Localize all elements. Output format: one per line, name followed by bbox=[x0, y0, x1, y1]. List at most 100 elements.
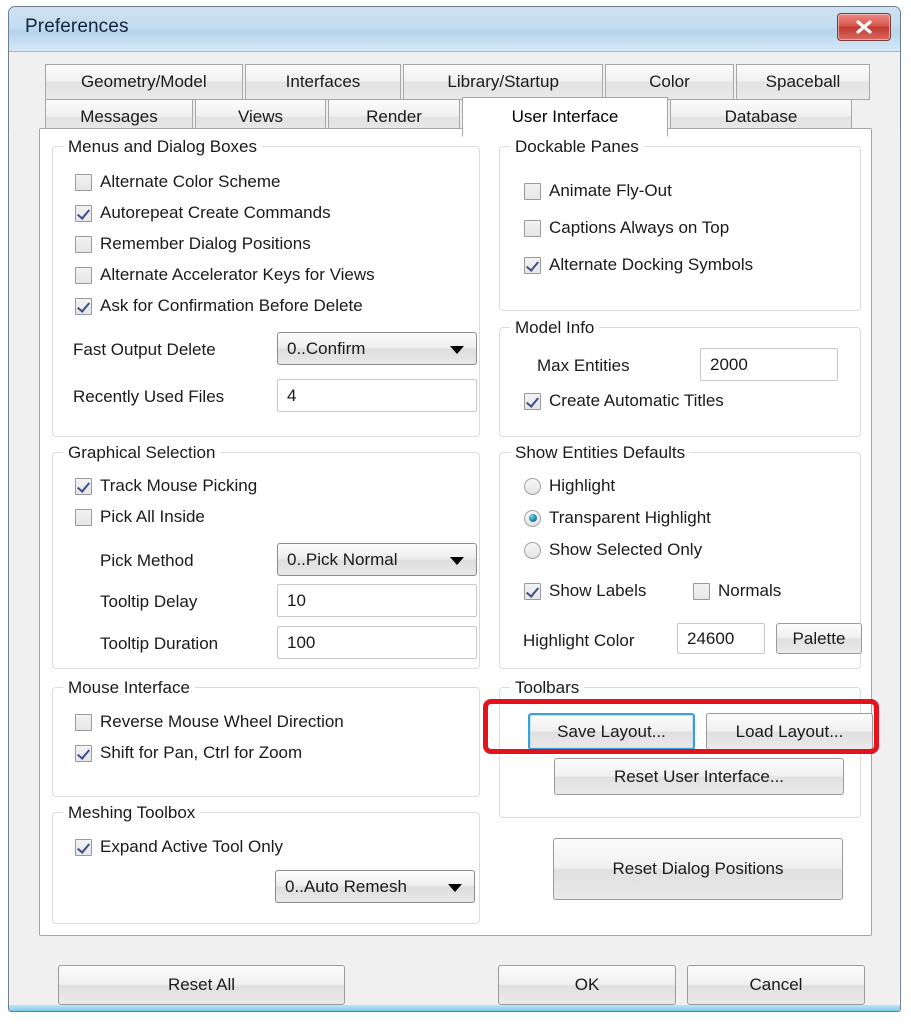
tab-interfaces[interactable]: Interfaces bbox=[244, 64, 402, 100]
tab-label: Interfaces bbox=[285, 72, 361, 91]
checkbox-label: Expand Active Tool Only bbox=[100, 837, 284, 856]
tab-label: Views bbox=[237, 107, 284, 126]
checkbox-box[interactable] bbox=[693, 582, 710, 600]
group-legend: Toolbars bbox=[510, 678, 585, 698]
checkbox-box[interactable] bbox=[524, 182, 541, 200]
button-label: Reset All bbox=[167, 975, 236, 994]
checkbox-label: Shift for Pan, Ctrl for Zoom bbox=[100, 743, 303, 762]
dropdown-value: 0..Pick Normal bbox=[287, 549, 398, 569]
checkbox-pick-all-inside[interactable]: Pick All Inside bbox=[75, 507, 205, 527]
checkbox-label: Remember Dialog Positions bbox=[100, 234, 311, 253]
ok-button[interactable]: OK bbox=[498, 965, 676, 1005]
checkbox-box[interactable] bbox=[524, 582, 541, 600]
input-value: 24600 bbox=[687, 628, 735, 648]
group-legend: Model Info bbox=[510, 318, 600, 338]
checkbox-box[interactable] bbox=[524, 219, 541, 237]
checkbox-create-automatic-titles[interactable]: Create Automatic Titles bbox=[524, 391, 724, 411]
tab-label: Messages bbox=[80, 107, 158, 126]
tab-library-startup[interactable]: Library/Startup bbox=[403, 64, 603, 100]
input-recently-used-files[interactable]: 4 bbox=[277, 379, 477, 412]
button-label: Reset Dialog Positions bbox=[612, 859, 784, 878]
checkbox-animate-fly-out[interactable]: Animate Fly-Out bbox=[524, 181, 672, 201]
checkbox-autorepeat-create-commands[interactable]: Autorepeat Create Commands bbox=[75, 203, 331, 223]
tab-spaceball[interactable]: Spaceball bbox=[735, 64, 870, 100]
checkbox-normals[interactable]: Normals bbox=[693, 581, 781, 601]
tab-strip: Geometry/Model Interfaces Library/Startu… bbox=[9, 52, 900, 137]
tab-label: Library/Startup bbox=[447, 72, 559, 91]
checkbox-box[interactable] bbox=[75, 204, 92, 222]
checkbox-box[interactable] bbox=[75, 266, 92, 284]
checkbox-box[interactable] bbox=[75, 744, 92, 762]
tab-label: Database bbox=[724, 107, 798, 126]
checkbox-captions-always-on-top[interactable]: Captions Always on Top bbox=[524, 218, 729, 238]
group-dockable-panes: Dockable Panes Animate Fly-Out Captions … bbox=[499, 137, 861, 311]
checkbox-track-mouse-picking[interactable]: Track Mouse Picking bbox=[75, 476, 257, 496]
checkbox-ask-for-confirmation-before-delete[interactable]: Ask for Confirmation Before Delete bbox=[75, 296, 363, 316]
group-mouse-interface: Mouse Interface Reverse Mouse Wheel Dire… bbox=[52, 678, 480, 797]
label-tooltip-duration: Tooltip Duration bbox=[100, 634, 219, 653]
group-legend: Dockable Panes bbox=[510, 137, 644, 157]
input-tooltip-delay[interactable]: 10 bbox=[277, 584, 477, 617]
checkbox-remember-dialog-positions[interactable]: Remember Dialog Positions bbox=[75, 234, 311, 254]
checkbox-box[interactable] bbox=[75, 713, 92, 731]
button-label: Cancel bbox=[749, 975, 803, 994]
tab-row-1: Geometry/Model Interfaces Library/Startu… bbox=[45, 64, 870, 100]
checkbox-alternate-accelerator-keys-for-views[interactable]: Alternate Accelerator Keys for Views bbox=[75, 265, 375, 285]
checkbox-box[interactable] bbox=[75, 838, 92, 856]
checkbox-box[interactable] bbox=[524, 256, 541, 274]
checkbox-reverse-mouse-wheel-direction[interactable]: Reverse Mouse Wheel Direction bbox=[75, 712, 344, 732]
tab-color[interactable]: Color bbox=[604, 64, 734, 100]
load-layout-button[interactable]: Load Layout... bbox=[706, 713, 873, 750]
tab-geometry-model[interactable]: Geometry/Model bbox=[45, 64, 243, 100]
checkbox-box[interactable] bbox=[524, 392, 541, 410]
dropdown-pick-method[interactable]: 0..Pick Normal bbox=[277, 543, 477, 576]
tab-label: Geometry/Model bbox=[80, 72, 207, 91]
input-tooltip-duration[interactable]: 100 bbox=[277, 626, 477, 659]
tab-label: Spaceball bbox=[765, 72, 841, 91]
reset-user-interface-button[interactable]: Reset User Interface... bbox=[554, 758, 844, 795]
checkbox-shift-for-pan-ctrl-for-zoom[interactable]: Shift for Pan, Ctrl for Zoom bbox=[75, 743, 302, 763]
group-meshing-toolbox: Meshing Toolbox Expand Active Tool Only … bbox=[52, 803, 480, 924]
group-legend: Menus and Dialog Boxes bbox=[63, 137, 263, 157]
radio-label: Show Selected Only bbox=[549, 540, 703, 559]
palette-button[interactable]: Palette bbox=[776, 623, 862, 654]
reset-all-button[interactable]: Reset All bbox=[58, 965, 345, 1005]
checkbox-alternate-docking-symbols[interactable]: Alternate Docking Symbols bbox=[524, 255, 753, 275]
group-menus-and-dialog-boxes: Menus and Dialog Boxes Alternate Color S… bbox=[52, 137, 480, 437]
cancel-button[interactable]: Cancel bbox=[687, 965, 865, 1005]
tab-user-interface[interactable]: User Interface bbox=[462, 97, 668, 137]
checkbox-label: Show Labels bbox=[549, 581, 647, 600]
radio-circle[interactable] bbox=[524, 477, 541, 495]
save-layout-button[interactable]: Save Layout... bbox=[528, 713, 695, 750]
dropdown-fast-output-delete[interactable]: 0..Confirm bbox=[277, 332, 477, 365]
checkbox-label: Alternate Accelerator Keys for Views bbox=[100, 265, 375, 284]
checkbox-box[interactable] bbox=[75, 508, 92, 526]
group-legend: Meshing Toolbox bbox=[63, 803, 201, 823]
checkbox-show-labels[interactable]: Show Labels bbox=[524, 581, 646, 601]
group-legend: Show Entities Defaults bbox=[510, 443, 691, 463]
checkbox-expand-active-tool-only[interactable]: Expand Active Tool Only bbox=[75, 837, 283, 857]
label-pick-method: Pick Method bbox=[100, 551, 194, 570]
checkbox-box[interactable] bbox=[75, 173, 92, 191]
radio-highlight[interactable]: Highlight bbox=[524, 476, 615, 496]
dropdown-value: 0..Auto Remesh bbox=[285, 876, 407, 896]
checkbox-box[interactable] bbox=[75, 477, 92, 495]
checkbox-alternate-color-scheme[interactable]: Alternate Color Scheme bbox=[75, 172, 280, 192]
radio-circle[interactable] bbox=[524, 509, 541, 527]
input-max-entities[interactable]: 2000 bbox=[700, 348, 838, 381]
radio-transparent-highlight[interactable]: Transparent Highlight bbox=[524, 508, 711, 528]
input-value: 2000 bbox=[710, 354, 748, 374]
radio-show-selected-only[interactable]: Show Selected Only bbox=[524, 540, 702, 560]
input-highlight-color[interactable]: 24600 bbox=[677, 623, 765, 654]
checkbox-label: Captions Always on Top bbox=[549, 218, 730, 237]
tab-label: Render bbox=[366, 107, 422, 126]
checkbox-box[interactable] bbox=[75, 297, 92, 315]
checkbox-box[interactable] bbox=[75, 235, 92, 253]
dropdown-remesh-mode[interactable]: 0..Auto Remesh bbox=[275, 870, 475, 903]
reset-dialog-positions-button[interactable]: Reset Dialog Positions bbox=[553, 838, 843, 900]
close-icon[interactable] bbox=[837, 13, 891, 41]
button-label: Reset User Interface... bbox=[613, 766, 785, 786]
checkbox-label: Normals bbox=[718, 581, 782, 600]
group-legend: Mouse Interface bbox=[63, 678, 195, 698]
radio-circle[interactable] bbox=[524, 541, 541, 559]
